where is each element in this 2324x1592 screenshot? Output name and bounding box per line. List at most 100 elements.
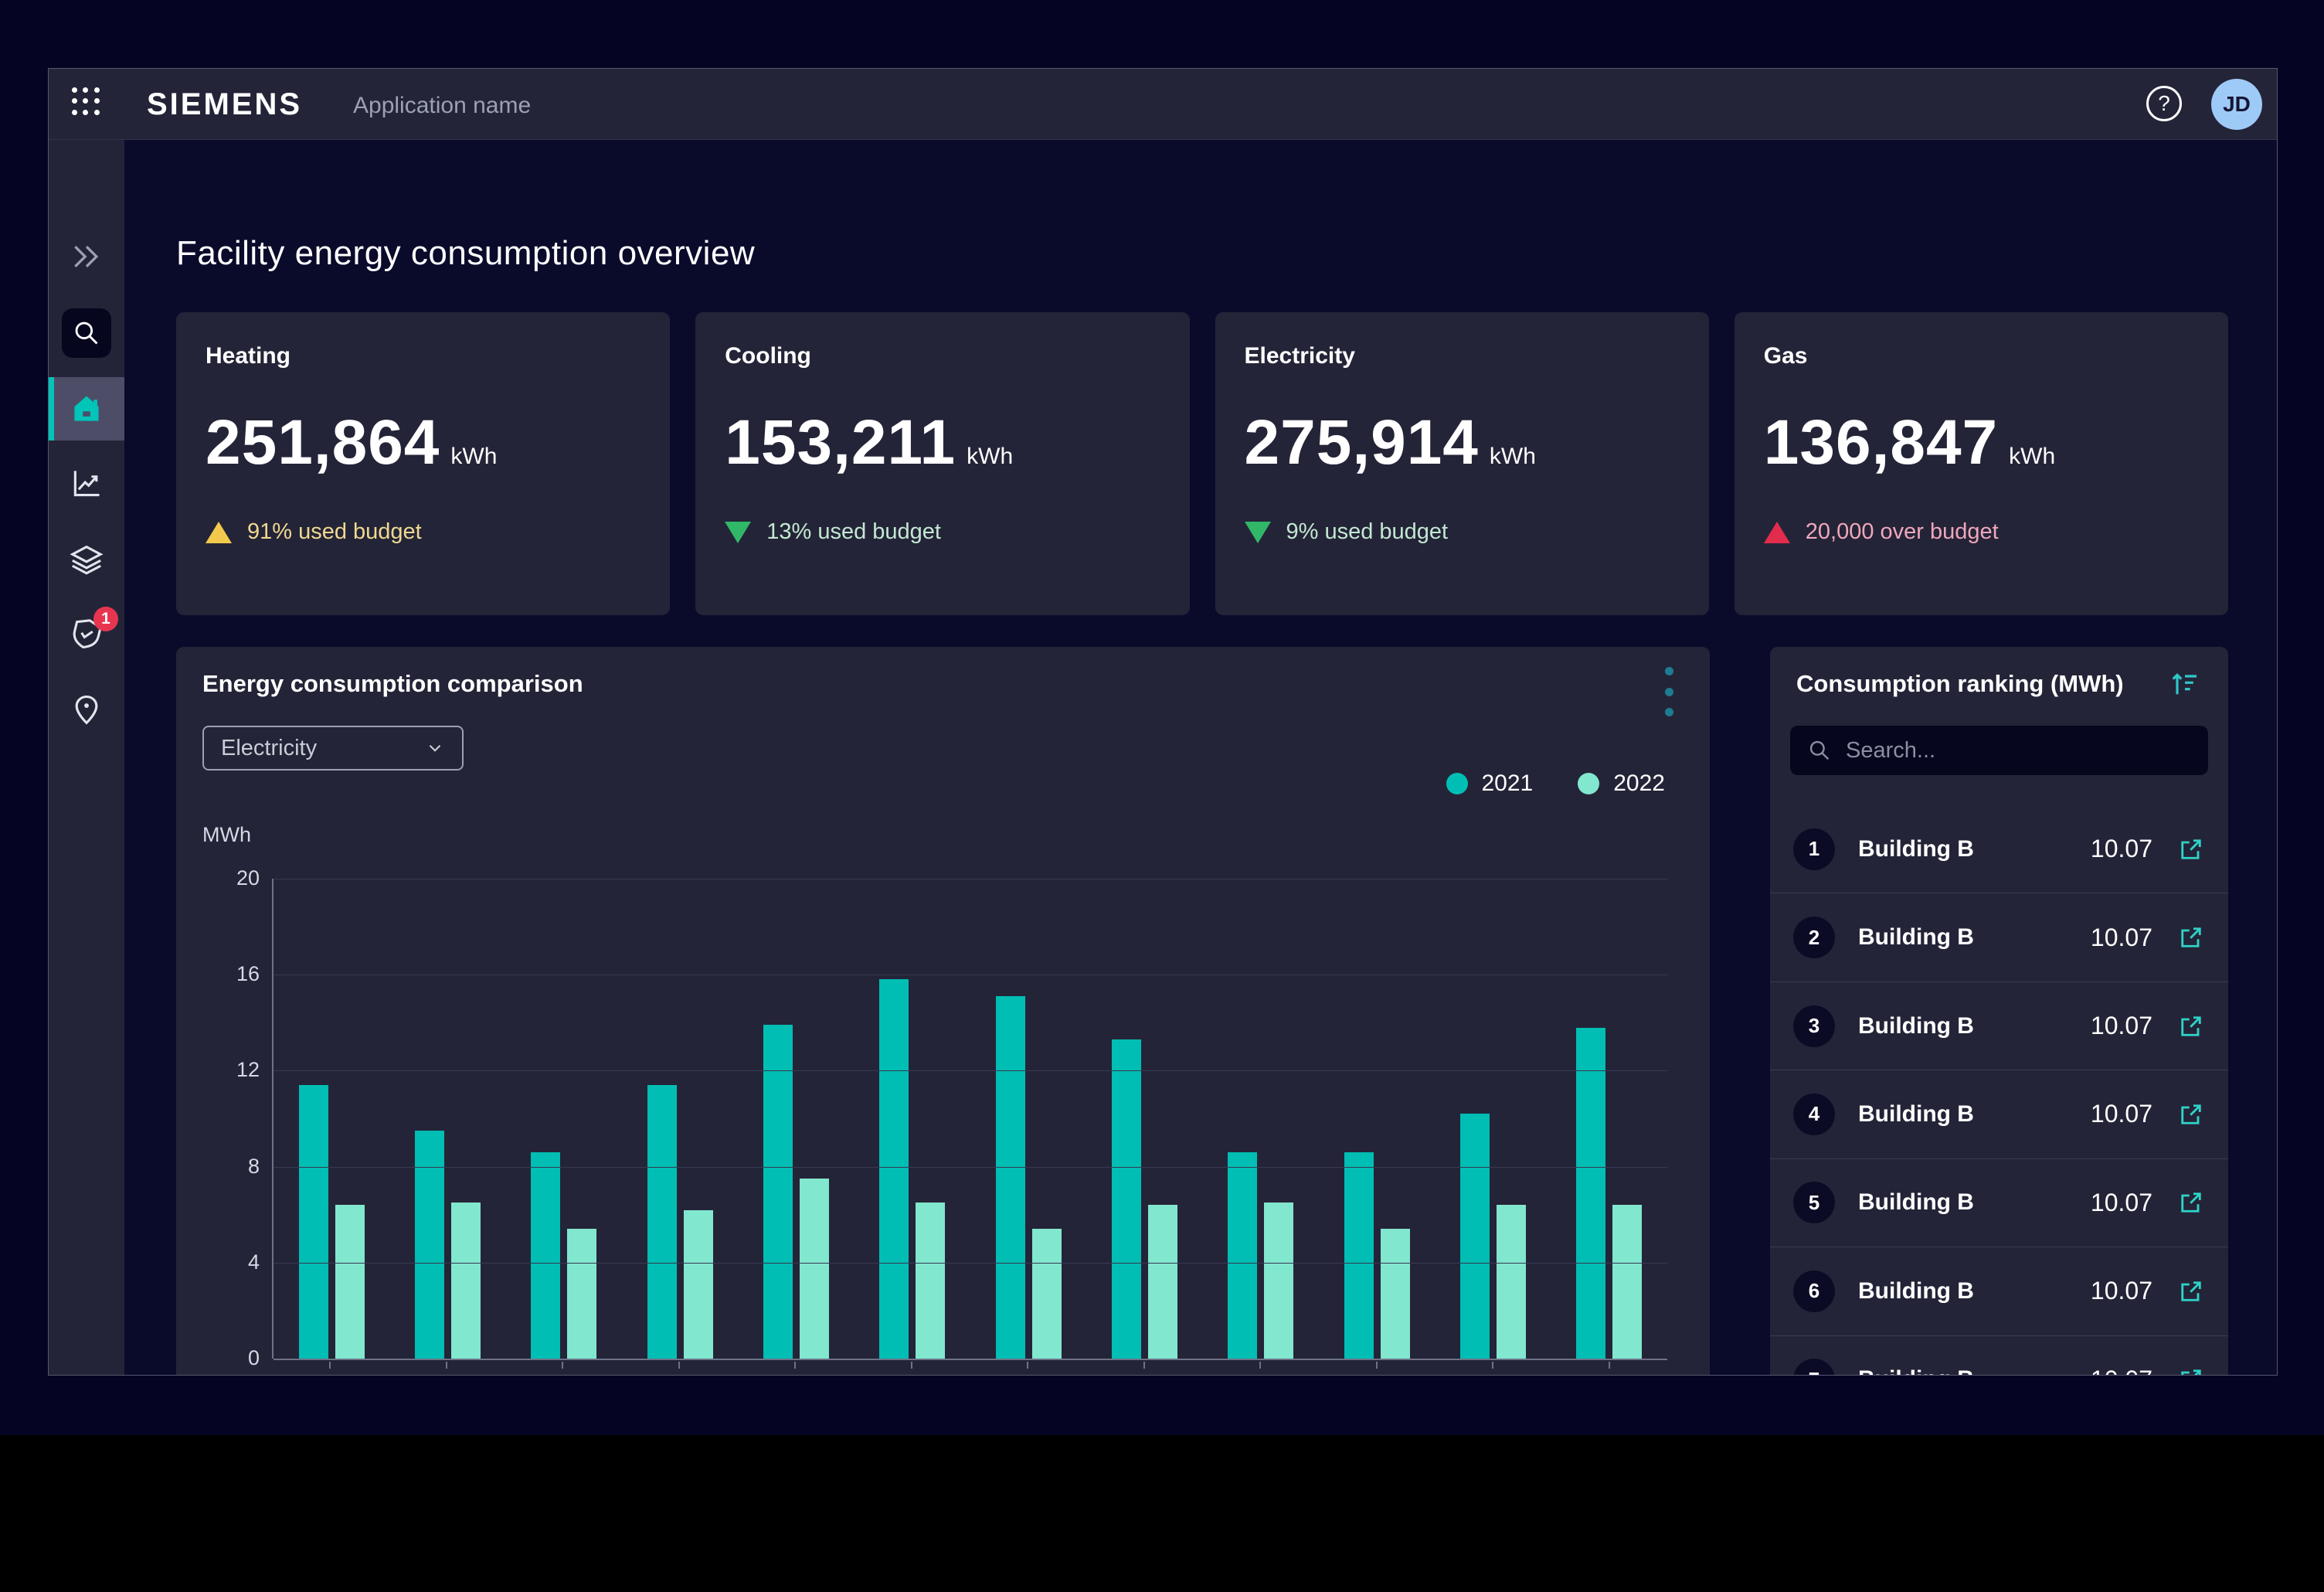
sidebar-item-collapse[interactable]	[49, 225, 124, 288]
bar-2021-jan	[299, 1085, 328, 1359]
gridline	[274, 1070, 1667, 1071]
bar-2021-jul	[996, 996, 1025, 1359]
consumption-value: 10.07	[2091, 1366, 2152, 1376]
legend-item-2022[interactable]: 2022	[1578, 770, 1665, 797]
y-axis-tick-label: 12	[192, 1058, 260, 1082]
layers-icon	[69, 541, 104, 577]
rank-number-badge: 6	[1793, 1271, 1835, 1312]
y-axis-tick-label: 20	[192, 866, 260, 890]
bar-2021-dec	[1576, 1028, 1605, 1359]
sidebar-item-locations[interactable]	[49, 678, 124, 741]
trend-up-triangle-icon	[206, 522, 232, 543]
rank-number-badge: 7	[1793, 1359, 1835, 1376]
x-axis-tick	[678, 1362, 680, 1369]
x-axis-tick	[794, 1362, 796, 1369]
dropdown-selected-value: Electricity	[221, 736, 425, 761]
external-link-icon[interactable]	[2177, 924, 2205, 951]
bar-group-aug	[1086, 879, 1202, 1359]
sidebar-item-search[interactable]	[49, 301, 124, 365]
search-icon	[1807, 738, 1832, 763]
bar-2021-mar	[531, 1152, 560, 1359]
bar-group-apr	[622, 879, 738, 1359]
external-link-icon[interactable]	[2177, 1366, 2205, 1376]
kpi-status-text: 20,000 over budget	[1806, 519, 1999, 545]
legend-dot-icon	[1578, 773, 1599, 794]
x-axis-label-slot: Nov	[1435, 1362, 1551, 1376]
sidebar: 1	[49, 140, 124, 1375]
sort-ascending-icon[interactable]	[2169, 668, 2200, 703]
user-avatar[interactable]: JD	[2211, 79, 2262, 130]
energy-comparison-panel: Energy consumption comparison Electricit…	[176, 647, 1710, 1376]
ranking-search-box	[1790, 726, 2208, 775]
kpi-unit: kWh	[1490, 444, 1536, 470]
bar-2022-nov	[1497, 1205, 1526, 1359]
building-name: Building B	[1858, 836, 1974, 862]
consumption-value: 10.07	[2091, 1012, 2152, 1040]
app-header: SIEMENS Application name ? JD	[49, 69, 2277, 140]
y-axis-tick-label: 4	[192, 1250, 260, 1274]
x-axis-tick	[446, 1362, 447, 1369]
bar-group-mar	[506, 879, 622, 1359]
search-input[interactable]	[1846, 738, 2191, 764]
bar-group-jan	[274, 879, 389, 1359]
app-launcher-grid-icon[interactable]	[72, 87, 100, 115]
trend-down-triangle-icon	[1245, 522, 1271, 543]
sidebar-item-home[interactable]	[49, 377, 124, 441]
bar-2021-oct	[1344, 1152, 1374, 1359]
bar-series-container	[274, 879, 1667, 1359]
legend-item-2021[interactable]: 2021	[1446, 770, 1534, 797]
y-axis-tick-label: 16	[192, 962, 260, 986]
consumption-value: 10.07	[2091, 924, 2152, 952]
ranking-row: 6 Building B 10.07	[1770, 1247, 2228, 1335]
bar-2022-jan	[335, 1205, 365, 1359]
x-axis-label-slot: Jan	[272, 1362, 389, 1376]
bar-2021-apr	[647, 1085, 677, 1359]
x-axis-label-slot: May	[737, 1362, 854, 1376]
kpi-status-text: 91% used budget	[247, 519, 422, 545]
sidebar-item-compliance[interactable]: 1	[49, 602, 124, 665]
external-link-icon[interactable]	[2177, 1100, 2205, 1128]
bar-2021-jun	[879, 979, 909, 1359]
sidebar-item-layers[interactable]	[49, 527, 124, 590]
chart-panel-title: Energy consumption comparison	[202, 670, 583, 698]
trend-down-triangle-icon	[725, 522, 751, 543]
building-name: Building B	[1858, 1101, 1974, 1128]
help-icon[interactable]: ?	[2146, 86, 2182, 121]
consumption-value: 10.07	[2091, 835, 2152, 863]
bar-2021-may	[763, 1025, 793, 1359]
bar-2022-sep	[1264, 1203, 1293, 1359]
kebab-menu-icon[interactable]	[1663, 667, 1674, 716]
kpi-unit: kWh	[450, 444, 497, 470]
rank-number-badge: 3	[1793, 1005, 1835, 1047]
x-axis-tick	[1143, 1362, 1145, 1369]
external-link-icon[interactable]	[2177, 1189, 2205, 1216]
legend-label: 2022	[1613, 770, 1665, 797]
x-axis-label-slot: Apr	[621, 1362, 738, 1376]
x-axis-tick	[911, 1362, 912, 1369]
energy-type-dropdown[interactable]: Electricity	[202, 726, 464, 770]
sidebar-item-analytics[interactable]	[49, 451, 124, 515]
consumption-ranking-panel: Consumption ranking (MWh) 1Building B10.…	[1770, 647, 2228, 1376]
kpi-card-gas: Gas136,847kWh20,000 over budget	[1735, 312, 2228, 615]
kpi-status-text: 9% used budget	[1286, 519, 1449, 545]
kpi-card-heating: Heating251,864kWh91% used budget	[176, 312, 670, 615]
bar-2021-aug	[1112, 1039, 1141, 1359]
x-axis-tick	[1492, 1362, 1493, 1369]
bar-2022-apr	[684, 1210, 713, 1359]
kpi-card-cooling: Cooling153,211kWh13% used budget	[695, 312, 1189, 615]
rank-number-badge: 2	[1793, 917, 1835, 958]
x-axis-label-slot: Aug	[1086, 1362, 1203, 1376]
external-link-icon[interactable]	[2177, 1277, 2205, 1305]
bar-2022-oct	[1381, 1229, 1410, 1359]
external-link-icon[interactable]	[2177, 835, 2205, 863]
consumption-value: 10.07	[2091, 1277, 2152, 1305]
desktop-background: SIEMENS Application name ? JD	[0, 0, 2324, 1435]
building-name: Building B	[1858, 1278, 1974, 1305]
page-title: Facility energy consumption overview	[176, 234, 755, 273]
bar-group-nov	[1435, 879, 1551, 1359]
line-chart-icon	[70, 466, 104, 500]
external-link-icon[interactable]	[2177, 1012, 2205, 1040]
ranking-panel-title: Consumption ranking (MWh)	[1796, 670, 2124, 698]
kpi-row: Heating251,864kWh91% used budgetCooling1…	[176, 312, 2228, 615]
kpi-label: Heating	[206, 343, 640, 369]
